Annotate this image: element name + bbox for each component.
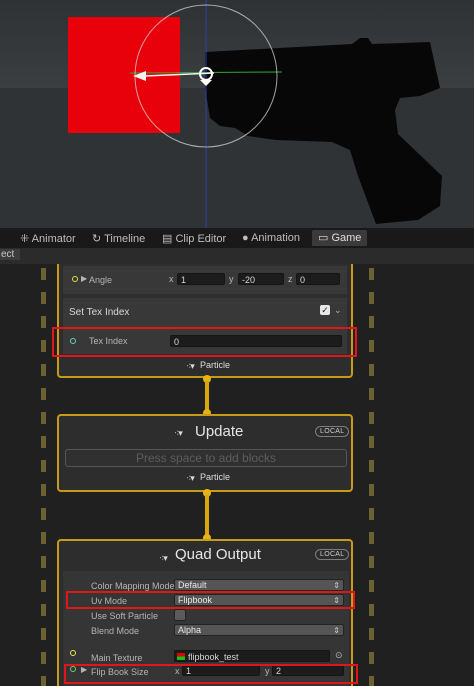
guide-dash <box>41 676 46 686</box>
angle-x-label: x <box>169 274 174 284</box>
main-texture-field[interactable]: flipbook_test <box>174 650 330 662</box>
blend-mode-label: Blend Mode <box>91 626 140 636</box>
add-blocks-placeholder[interactable]: Press space to add blocks <box>65 449 347 467</box>
color-mapping-label: Color Mapping Mode <box>91 581 175 591</box>
highlight-tex-index <box>52 327 357 357</box>
guide-dash <box>41 652 46 664</box>
soft-particle-checkbox[interactable] <box>174 609 186 621</box>
guide-dash <box>369 436 374 448</box>
expand-arrow-icon[interactable]: ▶ <box>81 274 87 283</box>
guide-dash <box>369 628 374 640</box>
tab-animator[interactable]: ⁜ Animator <box>20 232 76 245</box>
guide-dash <box>369 340 374 352</box>
angle-port-icon[interactable] <box>72 276 78 282</box>
guide-dash <box>369 484 374 496</box>
tab-animator-label: Animator <box>31 233 76 245</box>
guide-dash <box>369 292 374 304</box>
color-mapping-dropdown[interactable]: Default <box>174 579 344 591</box>
guide-dash <box>41 460 46 472</box>
editor-tab-bar: ⁜ Animator ↻ Timeline ▤ Clip Editor ● An… <box>0 228 474 248</box>
main-texture-value: flipbook_test <box>188 652 239 662</box>
chevron-down-icon[interactable]: ⌄ <box>334 305 342 316</box>
tab-animation-label: Animation <box>251 232 301 244</box>
guide-dash <box>41 556 46 568</box>
quad-output-title: Quad Output <box>175 546 261 563</box>
main-texture-label: Main Texture <box>91 653 143 663</box>
guide-dash <box>369 460 374 472</box>
angle-block[interactable]: ▶ Angle x 1 y -20 z 0 <box>63 266 347 294</box>
scene-view[interactable] <box>0 0 474 228</box>
guide-dash <box>41 388 46 400</box>
guide-dash <box>41 508 46 520</box>
guide-dash <box>41 604 46 616</box>
update-title: Update <box>195 423 244 440</box>
tab-game-label: Game <box>331 232 362 244</box>
pistol-silhouette <box>205 38 442 224</box>
angle-z-label: z <box>288 274 293 284</box>
tab-timeline-label: Timeline <box>104 233 146 245</box>
vfx-graph-canvas[interactable]: ▶ Angle x 1 y -20 z 0 Set Tex Index ✓ ⌄ … <box>0 264 474 686</box>
guide-dash <box>41 436 46 448</box>
graph-toolbar: ect <box>0 248 474 264</box>
guide-dash <box>369 556 374 568</box>
guide-dash <box>41 268 46 280</box>
tab-clip-editor-label: Clip Editor <box>175 233 227 245</box>
guide-dash <box>369 388 374 400</box>
guide-dash <box>41 340 46 352</box>
guide-dash <box>41 316 46 328</box>
guide-dash <box>41 364 46 376</box>
guide-dash <box>41 628 46 640</box>
object-picker-icon[interactable]: ⊙ <box>335 650 343 661</box>
guide-dash <box>41 292 46 304</box>
guide-dash <box>369 652 374 664</box>
guide-dash <box>369 532 374 544</box>
guide-dash <box>369 364 374 376</box>
tab-timeline[interactable]: ↻ Timeline <box>92 232 145 245</box>
blend-mode-dropdown[interactable]: Alpha <box>174 624 344 636</box>
particle-flow-icon: ⁖▾ <box>186 473 195 483</box>
guide-dash <box>41 484 46 496</box>
initialize-output-label: Particle <box>200 360 231 370</box>
guide-dash <box>369 580 374 592</box>
tab-game[interactable]: ▭ Game <box>312 230 368 246</box>
update-icon: ⁖▾ <box>174 428 183 438</box>
scene-gizmos <box>129 0 442 228</box>
angle-y-label: y <box>229 274 234 284</box>
set-tex-index-title: Set Tex Index <box>69 307 130 318</box>
quad-output-icon: ⁖▾ <box>159 553 168 563</box>
tab-clip-editor[interactable]: ▤ Clip Editor <box>162 232 226 245</box>
guide-dash <box>369 676 374 686</box>
set-tex-index-checkbox[interactable]: ✓ <box>320 305 330 315</box>
angle-z-field[interactable]: 0 <box>296 273 340 285</box>
guide-dash <box>369 412 374 424</box>
guide-dash <box>41 532 46 544</box>
angle-y-field[interactable]: -20 <box>238 273 284 285</box>
angle-label: Angle <box>89 275 113 285</box>
main-texture-port-icon[interactable] <box>70 650 76 656</box>
texture-thumbnail-icon <box>177 653 185 660</box>
guide-dash <box>369 604 374 616</box>
flow-connector-2[interactable] <box>205 495 209 535</box>
flow-connector-1[interactable] <box>205 381 209 411</box>
guide-dash <box>41 412 46 424</box>
tab-animation[interactable]: ● Animation <box>242 232 300 244</box>
quad-output-local-badge[interactable]: LOCAL <box>315 549 350 560</box>
highlight-flip-book-size <box>64 664 358 684</box>
guide-dash <box>369 268 374 280</box>
angle-x-field[interactable]: 1 <box>177 273 225 285</box>
guide-dash <box>369 316 374 328</box>
particle-flow-icon: ⁖▾ <box>186 361 195 371</box>
update-local-badge[interactable]: LOCAL <box>315 426 350 437</box>
update-output-label: Particle <box>200 472 231 482</box>
highlight-uv-mode <box>66 591 355 609</box>
guide-dash <box>369 508 374 520</box>
graph-window-label[interactable]: ect <box>0 249 21 260</box>
soft-particle-label: Use Soft Particle <box>91 611 159 621</box>
guide-dash <box>41 580 46 592</box>
update-context[interactable]: ⁖▾ Update LOCAL Press space to add block… <box>57 414 353 492</box>
